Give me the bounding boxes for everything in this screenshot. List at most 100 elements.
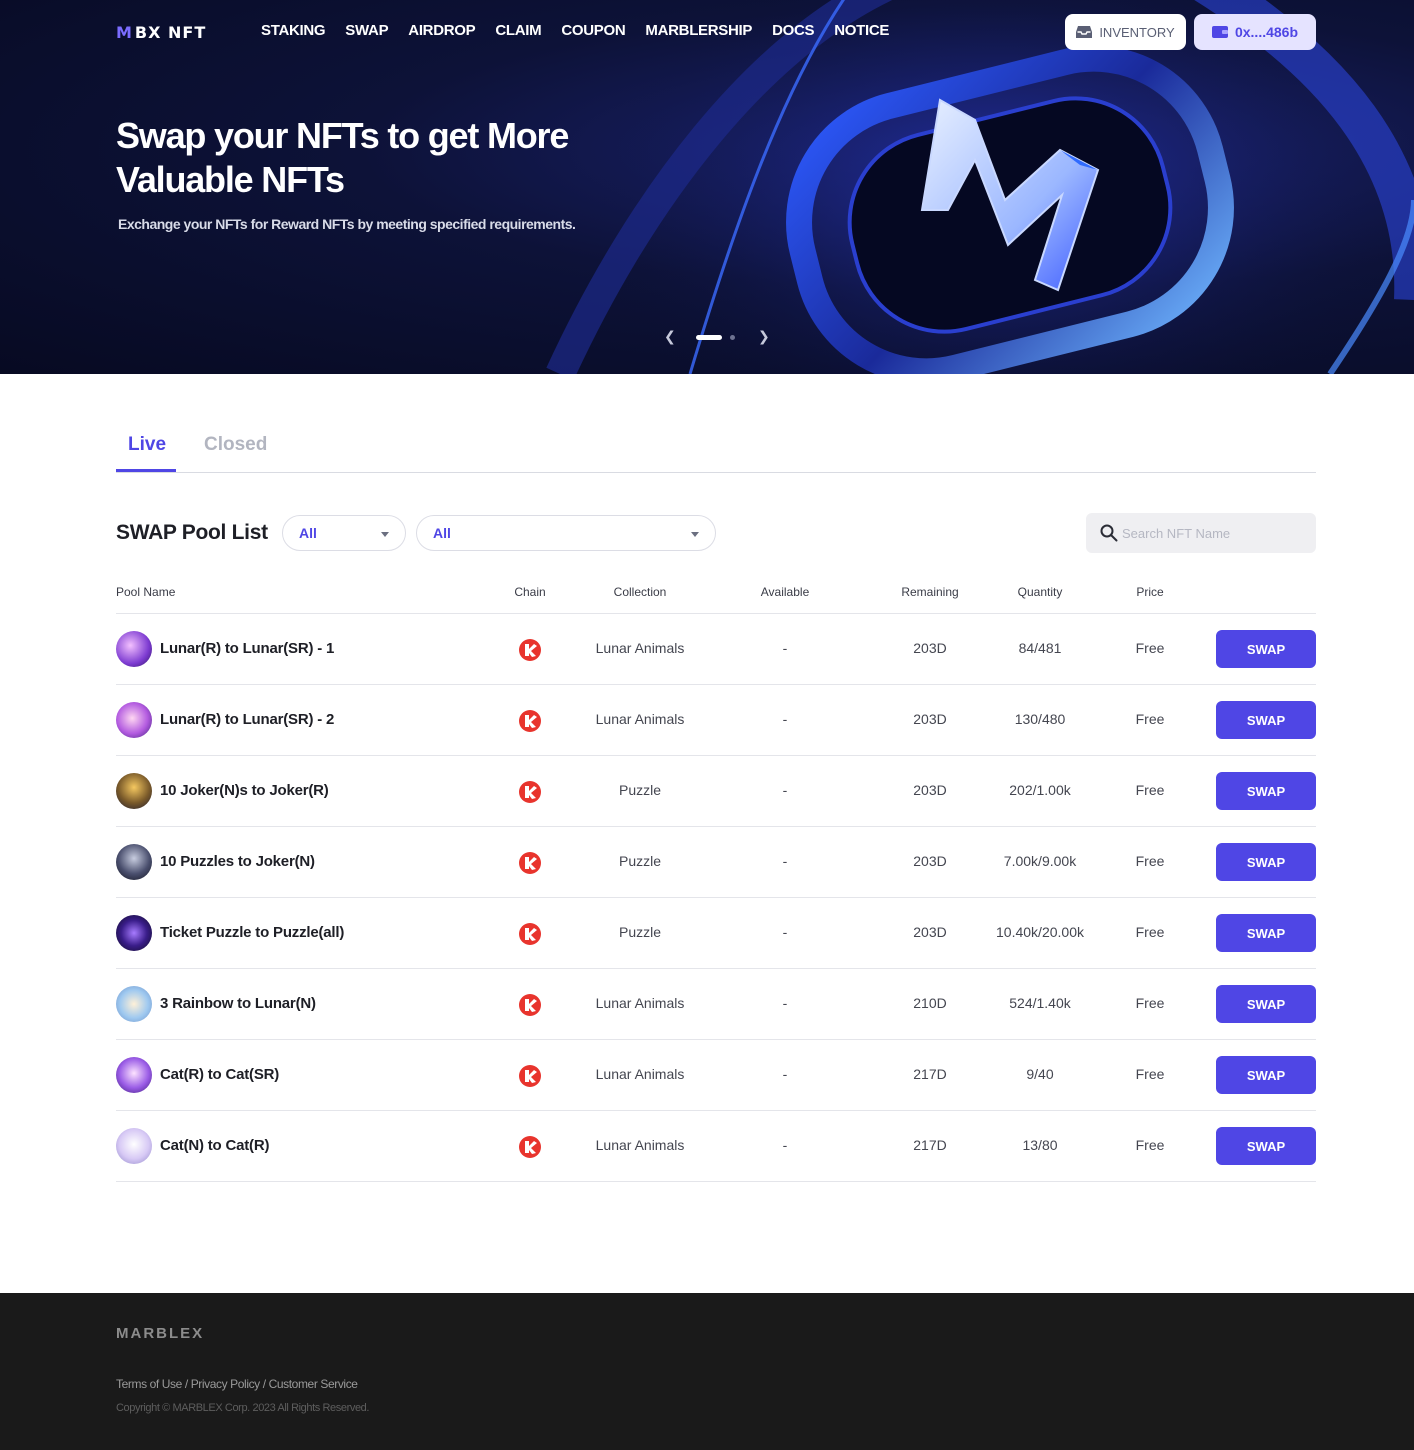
swap-button[interactable]: SWAP: [1216, 630, 1316, 668]
pool-name[interactable]: Cat(R) to Cat(SR): [160, 1066, 279, 1083]
chevron-left-icon[interactable]: ❮: [664, 328, 676, 345]
wallet-icon: [1211, 26, 1228, 38]
quantity-cell: 202/1.00k: [1009, 782, 1071, 798]
chevron-right-icon[interactable]: ❯: [758, 328, 770, 345]
pool-avatar: [116, 773, 152, 809]
table-row: 3 Rainbow to Lunar(N) Lunar Animals - 21…: [116, 969, 1316, 1040]
hero-subtitle: Exchange your NFTs for Reward NFTs by me…: [118, 216, 576, 232]
swap-button[interactable]: SWAP: [1216, 985, 1316, 1023]
remaining-cell: 217D: [913, 1066, 947, 1082]
price-cell: Free: [1135, 782, 1165, 798]
link-separator: /: [181, 1377, 191, 1391]
chain-filter-select[interactable]: All: [282, 515, 406, 551]
pool-name[interactable]: 3 Rainbow to Lunar(N): [160, 995, 316, 1012]
swap-button[interactable]: SWAP: [1216, 1056, 1316, 1094]
hero-carousel-controls: ❮ ❯: [664, 328, 770, 346]
collection-cell: Lunar Animals: [595, 1137, 685, 1153]
search-icon: [1100, 524, 1118, 542]
active-tab-indicator: [116, 469, 176, 472]
swap-button[interactable]: SWAP: [1216, 1127, 1316, 1165]
swap-button[interactable]: SWAP: [1216, 701, 1316, 739]
available-cell: -: [782, 711, 788, 727]
customer-service-link[interactable]: Customer Service: [269, 1377, 358, 1391]
pool-avatar: [116, 915, 152, 951]
swap-button[interactable]: SWAP: [1216, 914, 1316, 952]
price-cell: Free: [1135, 711, 1165, 727]
pool-name[interactable]: Lunar(R) to Lunar(SR) - 2: [160, 711, 334, 728]
available-cell: -: [782, 640, 788, 656]
pool-name[interactable]: 10 Puzzles to Joker(N): [160, 853, 315, 870]
search-input[interactable]: [1122, 513, 1308, 553]
nav-notice[interactable]: NOTICE: [834, 22, 889, 39]
nav-swap[interactable]: SWAP: [345, 22, 388, 39]
header-quantity: Quantity: [1017, 585, 1063, 599]
collection-filter-value: All: [433, 525, 451, 541]
nav-staking[interactable]: STAKING: [261, 22, 326, 39]
header-price: Price: [1136, 585, 1164, 599]
hero-title: Swap your NFTs to get More Valuable NFTs: [116, 115, 569, 200]
price-cell: Free: [1135, 1137, 1165, 1153]
table-header: Pool Name Chain Collection Available Rem…: [116, 578, 1316, 614]
collection-cell: Puzzle: [618, 853, 662, 869]
available-cell: -: [782, 924, 788, 940]
remaining-cell: 203D: [913, 711, 947, 727]
available-cell: -: [782, 853, 788, 869]
available-cell: -: [782, 995, 788, 1011]
price-cell: Free: [1135, 640, 1165, 656]
header-collection: Collection: [613, 585, 667, 599]
caret-down-icon: [381, 532, 389, 537]
link-separator: /: [259, 1377, 269, 1391]
pool-list-title: SWAP Pool List: [116, 521, 268, 544]
nav-claim[interactable]: CLAIM: [495, 22, 541, 39]
pool-name[interactable]: Ticket Puzzle to Puzzle(all): [160, 924, 344, 941]
header-remaining: Remaining: [901, 585, 959, 599]
table-row: Lunar(R) to Lunar(SR) - 2 Lunar Animals …: [116, 685, 1316, 756]
quantity-cell: 10.40k/20.00k: [996, 924, 1084, 940]
remaining-cell: 203D: [913, 782, 947, 798]
kaia-chain-icon: [519, 923, 541, 945]
nav-airdrop[interactable]: AIRDROP: [408, 22, 475, 39]
nav-docs[interactable]: DOCS: [772, 22, 814, 39]
privacy-link[interactable]: Privacy Policy: [191, 1377, 260, 1391]
kaia-chain-icon: [519, 852, 541, 874]
wallet-button[interactable]: 0x....486b: [1194, 14, 1316, 50]
inventory-label: INVENTORY: [1099, 24, 1175, 40]
quantity-cell: 7.00k/9.00k: [1003, 853, 1077, 869]
tab-live[interactable]: Live: [128, 434, 166, 456]
mbx-nft-logo[interactable]: M BX NFT: [116, 22, 206, 42]
collection-cell: Lunar Animals: [595, 640, 685, 656]
nav-coupon[interactable]: COUPON: [561, 22, 625, 39]
price-cell: Free: [1135, 995, 1165, 1011]
kaia-chain-icon: [519, 994, 541, 1016]
table-row: Cat(N) to Cat(R) Lunar Animals - 217D 13…: [116, 1111, 1316, 1182]
remaining-cell: 210D: [913, 995, 947, 1011]
kaia-chain-icon: [519, 639, 541, 661]
remaining-cell: 203D: [913, 924, 947, 940]
wallet-address: 0x....486b: [1234, 24, 1299, 40]
collection-cell: Lunar Animals: [595, 995, 685, 1011]
table-row: Lunar(R) to Lunar(SR) - 1 Lunar Animals …: [116, 614, 1316, 685]
carousel-dot[interactable]: [730, 335, 735, 340]
pool-avatar: [116, 986, 152, 1022]
inventory-button[interactable]: INVENTORY: [1065, 14, 1186, 50]
collection-cell: Puzzle: [618, 782, 662, 798]
terms-link[interactable]: Terms of Use: [116, 1377, 182, 1391]
swap-button[interactable]: SWAP: [1216, 843, 1316, 881]
tab-closed[interactable]: Closed: [204, 434, 267, 456]
quantity-cell: 130/480: [1014, 711, 1066, 727]
caret-down-icon: [691, 532, 699, 537]
top-navigation: M BX NFT STAKING SWAP AIRDROP CLAIM COUP…: [0, 0, 1414, 64]
table-row: Ticket Puzzle to Puzzle(all) Puzzle - 20…: [116, 898, 1316, 969]
pool-name[interactable]: Cat(N) to Cat(R): [160, 1137, 269, 1154]
kaia-chain-icon: [519, 781, 541, 803]
swap-button[interactable]: SWAP: [1216, 772, 1316, 810]
pool-name[interactable]: 10 Joker(N)s to Joker(R): [160, 782, 329, 799]
carousel-dot-active[interactable]: [696, 335, 722, 340]
nav-marblership[interactable]: MARBLERSHIP: [645, 22, 752, 39]
collection-filter-select[interactable]: All: [416, 515, 716, 551]
collection-cell: Puzzle: [618, 924, 662, 940]
pool-avatar: [116, 702, 152, 738]
pool-name[interactable]: Lunar(R) to Lunar(SR) - 1: [160, 640, 334, 657]
quantity-cell: 84/481: [1018, 640, 1062, 656]
main-nav: STAKING SWAP AIRDROP CLAIM COUPON MARBLE…: [261, 22, 889, 39]
